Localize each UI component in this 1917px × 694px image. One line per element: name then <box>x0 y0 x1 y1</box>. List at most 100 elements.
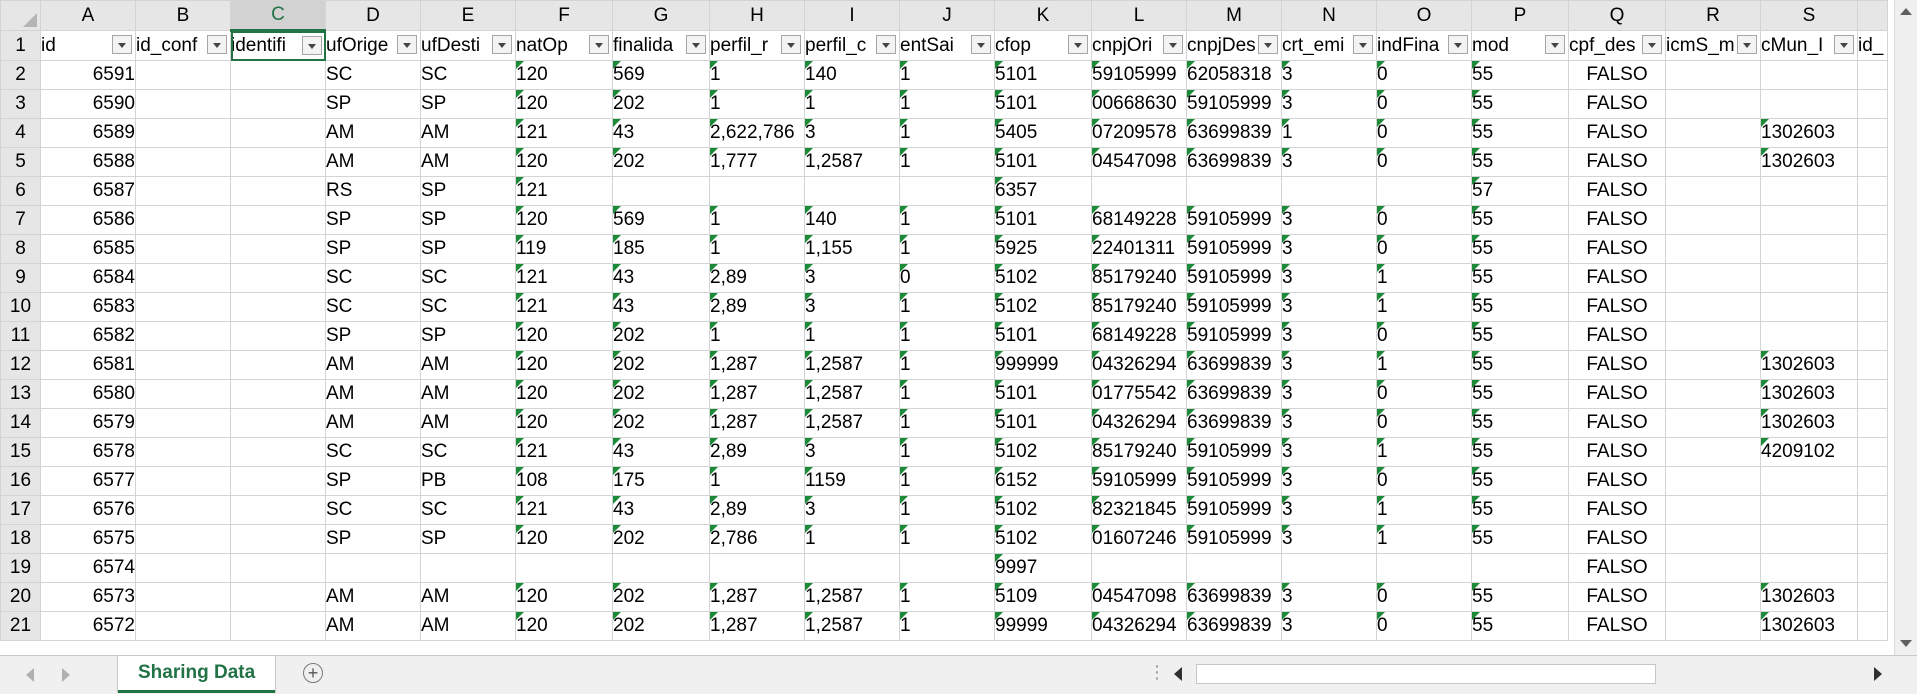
grid-cell[interactable]: 3 <box>1281 437 1377 467</box>
grid-cell[interactable] <box>135 437 231 467</box>
grid-cell[interactable] <box>1186 176 1282 206</box>
grid-cell[interactable]: SC <box>420 437 516 467</box>
grid-cell[interactable]: 6357 <box>994 176 1092 206</box>
grid-cell[interactable]: 1 <box>899 408 995 438</box>
row-header[interactable]: 7 <box>0 205 41 235</box>
grid-cell[interactable]: 9997 <box>994 553 1092 583</box>
grid-cell[interactable]: RS <box>325 176 421 206</box>
grid-cell[interactable]: 6581 <box>40 350 136 380</box>
grid-cell[interactable]: 3 <box>1281 495 1377 525</box>
grid-cell[interactable] <box>135 89 231 119</box>
tab-splitter-handle[interactable]: ⋮ <box>1148 662 1166 683</box>
grid-cell[interactable]: 04326294 <box>1091 350 1187 380</box>
grid-cell[interactable]: 202 <box>612 379 710 409</box>
grid-cell[interactable]: 3 <box>1281 524 1377 554</box>
grid-cell[interactable]: 1 <box>899 118 995 148</box>
add-sheet-button[interactable]: + <box>303 663 323 683</box>
header-cell[interactable]: perfil_c <box>804 30 900 61</box>
grid-cell[interactable]: 202 <box>612 611 710 641</box>
grid-cell[interactable]: 3 <box>1281 408 1377 438</box>
grid-cell[interactable]: 0 <box>1376 379 1472 409</box>
grid-cell[interactable]: SC <box>325 495 421 525</box>
grid-cell[interactable] <box>135 466 231 496</box>
grid-cell[interactable] <box>135 147 231 177</box>
grid-cell[interactable]: 85179240 <box>1091 292 1187 322</box>
filter-dropdown-icon[interactable] <box>1642 35 1662 54</box>
row-header[interactable]: 5 <box>0 147 41 177</box>
grid-cell[interactable]: 1 <box>804 89 900 119</box>
grid-cell[interactable]: 6573 <box>40 582 136 612</box>
grid-cell[interactable]: 2,89 <box>709 495 805 525</box>
grid-cell[interactable]: 120 <box>515 350 613 380</box>
grid-cell[interactable]: 1,777 <box>709 147 805 177</box>
row-header[interactable]: 6 <box>0 176 41 206</box>
row-header[interactable]: 13 <box>0 379 41 409</box>
row-header[interactable]: 12 <box>0 350 41 380</box>
grid-cell[interactable]: 0 <box>1376 147 1472 177</box>
column-header[interactable]: O <box>1376 0 1472 31</box>
grid-cell[interactable]: 59105999 <box>1186 321 1282 351</box>
grid-cell[interactable]: 120 <box>515 524 613 554</box>
grid-cell[interactable]: AM <box>420 147 516 177</box>
grid-cell[interactable]: 5101 <box>994 89 1092 119</box>
grid-cell[interactable] <box>1665 408 1761 438</box>
grid-cell[interactable]: 121 <box>515 176 613 206</box>
grid-cell[interactable]: 82321845 <box>1091 495 1187 525</box>
grid-cell[interactable] <box>230 118 326 148</box>
grid-cell[interactable] <box>1857 350 1888 380</box>
grid-cell[interactable]: 5101 <box>994 205 1092 235</box>
grid-cell[interactable] <box>135 321 231 351</box>
grid-cell[interactable] <box>1665 379 1761 409</box>
grid-cell[interactable] <box>135 524 231 554</box>
grid-cell[interactable]: FALSO <box>1568 350 1666 380</box>
column-header[interactable]: R <box>1665 0 1761 31</box>
grid-cell[interactable] <box>135 495 231 525</box>
grid-cell[interactable]: 63699839 <box>1186 408 1282 438</box>
grid-cell[interactable]: 1,2587 <box>804 379 900 409</box>
sheet-tab-sharing-data[interactable]: Sharing Data <box>118 656 276 693</box>
grid-cell[interactable] <box>1760 495 1858 525</box>
row-header[interactable]: 8 <box>0 234 41 264</box>
grid-cell[interactable]: 3 <box>1281 582 1377 612</box>
grid-cell[interactable]: 6575 <box>40 524 136 554</box>
grid-cell[interactable]: 55 <box>1471 495 1569 525</box>
grid-cell[interactable]: 59105999 <box>1091 60 1187 90</box>
filter-dropdown-icon[interactable] <box>876 35 896 54</box>
grid-cell[interactable]: 1 <box>1376 437 1472 467</box>
grid-cell[interactable]: 6583 <box>40 292 136 322</box>
grid-cell[interactable] <box>1760 466 1858 496</box>
grid-cell[interactable]: 1 <box>709 234 805 264</box>
grid-cell[interactable]: 202 <box>612 582 710 612</box>
grid-cell[interactable]: 569 <box>612 205 710 235</box>
scroll-left-icon[interactable] <box>1174 667 1182 681</box>
grid-cell[interactable]: 5101 <box>994 147 1092 177</box>
filter-dropdown-icon[interactable] <box>1163 35 1183 54</box>
grid-cell[interactable]: 1,2587 <box>804 611 900 641</box>
grid-cell[interactable]: SP <box>420 205 516 235</box>
grid-cell[interactable] <box>1471 553 1569 583</box>
grid-cell[interactable]: 5102 <box>994 495 1092 525</box>
grid-cell[interactable]: FALSO <box>1568 60 1666 90</box>
grid-cell[interactable]: FALSO <box>1568 582 1666 612</box>
grid-cell[interactable]: 43 <box>612 263 710 293</box>
grid-cell[interactable]: AM <box>325 408 421 438</box>
filter-dropdown-icon[interactable] <box>302 36 322 55</box>
grid-cell[interactable]: 1 <box>1376 495 1472 525</box>
header-cell[interactable]: id <box>40 30 136 61</box>
grid-cell[interactable]: 5101 <box>994 379 1092 409</box>
header-cell[interactable]: finalida <box>612 30 710 61</box>
grid-cell[interactable]: FALSO <box>1568 147 1666 177</box>
grid-cell[interactable] <box>1665 118 1761 148</box>
grid-cell[interactable]: FALSO <box>1568 379 1666 409</box>
column-header[interactable]: B <box>135 0 231 31</box>
grid-cell[interactable] <box>1857 321 1888 351</box>
grid-cell[interactable] <box>1857 176 1888 206</box>
filter-dropdown-icon[interactable] <box>686 35 706 54</box>
grid-cell[interactable]: AM <box>325 582 421 612</box>
grid-cell[interactable]: 6574 <box>40 553 136 583</box>
grid-cell[interactable]: 121 <box>515 263 613 293</box>
grid-cell[interactable] <box>135 234 231 264</box>
grid-cell[interactable] <box>1760 321 1858 351</box>
grid-cell[interactable]: 1,2587 <box>804 582 900 612</box>
filter-dropdown-icon[interactable] <box>492 35 512 54</box>
